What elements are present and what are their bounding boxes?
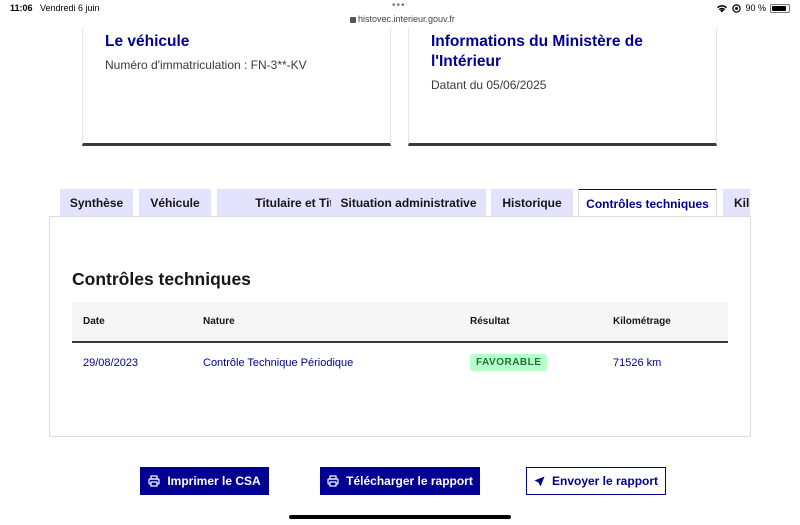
printer-icon — [327, 475, 339, 487]
more-dots-icon[interactable]: ••• — [392, 0, 406, 11]
tab-synthese[interactable]: Synthèse — [60, 189, 133, 217]
cell-date: 29/08/2023 — [83, 357, 139, 369]
column-header-mileage: Kilométrage — [613, 316, 671, 327]
tab-bar: Synthèse Véhicule Titulaire et Titre Sit… — [60, 189, 750, 217]
status-bar: 11:06 Vendredi 6 juin ••• histovec.inter… — [0, 0, 800, 24]
tab-vehicule[interactable]: Véhicule — [139, 189, 211, 217]
download-report-label: Télécharger le rapport — [346, 474, 473, 488]
address-url: histovec.interieur.gouv.fr — [358, 14, 455, 24]
ministry-card-title: Informations du Ministère de l'Intérieur — [431, 33, 643, 70]
battery-percent: 90 % — [745, 3, 766, 13]
vehicle-card-title: Le véhicule — [105, 33, 190, 50]
print-csa-label: Imprimer le CSA — [167, 474, 261, 488]
table-row: 29/08/2023 Contrôle Technique Périodique… — [72, 345, 728, 385]
address-bar[interactable]: histovec.interieur.gouv.fr — [350, 14, 455, 24]
lock-icon — [350, 16, 356, 23]
panel-title: Contrôles techniques — [72, 269, 251, 289]
status-time: 11:06 — [10, 3, 33, 13]
battery-icon — [770, 3, 790, 13]
tab-kilometrage[interactable]: Kilométrage — [723, 189, 750, 217]
status-date: Vendredi 6 juin — [40, 3, 100, 13]
send-report-button[interactable]: Envoyer le rapport — [526, 467, 666, 495]
tab-historique[interactable]: Historique — [491, 189, 573, 217]
tab-controles-techniques[interactable]: Contrôles techniques — [578, 189, 717, 217]
printer-icon — [148, 475, 160, 487]
plate-number-text: Numéro d'immatriculation : FN-3**-KV — [105, 58, 307, 72]
tab-panel: Contrôles techniques Date Nature Résulta… — [49, 216, 751, 437]
send-arrow-icon — [534, 476, 545, 487]
cell-mileage: 71526 km — [613, 357, 662, 369]
ministry-card: Informations du Ministère de l'Intérieur… — [408, 28, 717, 146]
table-header: Date Nature Résultat Kilométrage — [72, 302, 728, 343]
send-report-label: Envoyer le rapport — [551, 474, 659, 488]
orientation-lock-icon — [732, 3, 742, 13]
status-indicators: 90 % — [716, 3, 790, 13]
column-header-result: Résultat — [470, 316, 510, 327]
ministry-date-text: Datant du 05/06/2025 — [431, 78, 547, 92]
cell-nature: Contrôle Technique Périodique — [203, 357, 354, 369]
wifi-icon — [716, 4, 728, 13]
download-report-button[interactable]: Télécharger le rapport — [320, 467, 480, 495]
vehicle-card: Le véhicule Numéro d'immatriculation : F… — [82, 28, 391, 146]
tab-situation-administrative[interactable]: Situation administrative — [331, 189, 486, 217]
column-header-nature: Nature — [203, 316, 235, 327]
print-csa-button[interactable]: Imprimer le CSA — [140, 467, 269, 495]
column-header-date: Date — [83, 316, 105, 327]
home-indicator[interactable] — [289, 515, 511, 519]
result-badge: FAVORABLE — [470, 354, 548, 371]
